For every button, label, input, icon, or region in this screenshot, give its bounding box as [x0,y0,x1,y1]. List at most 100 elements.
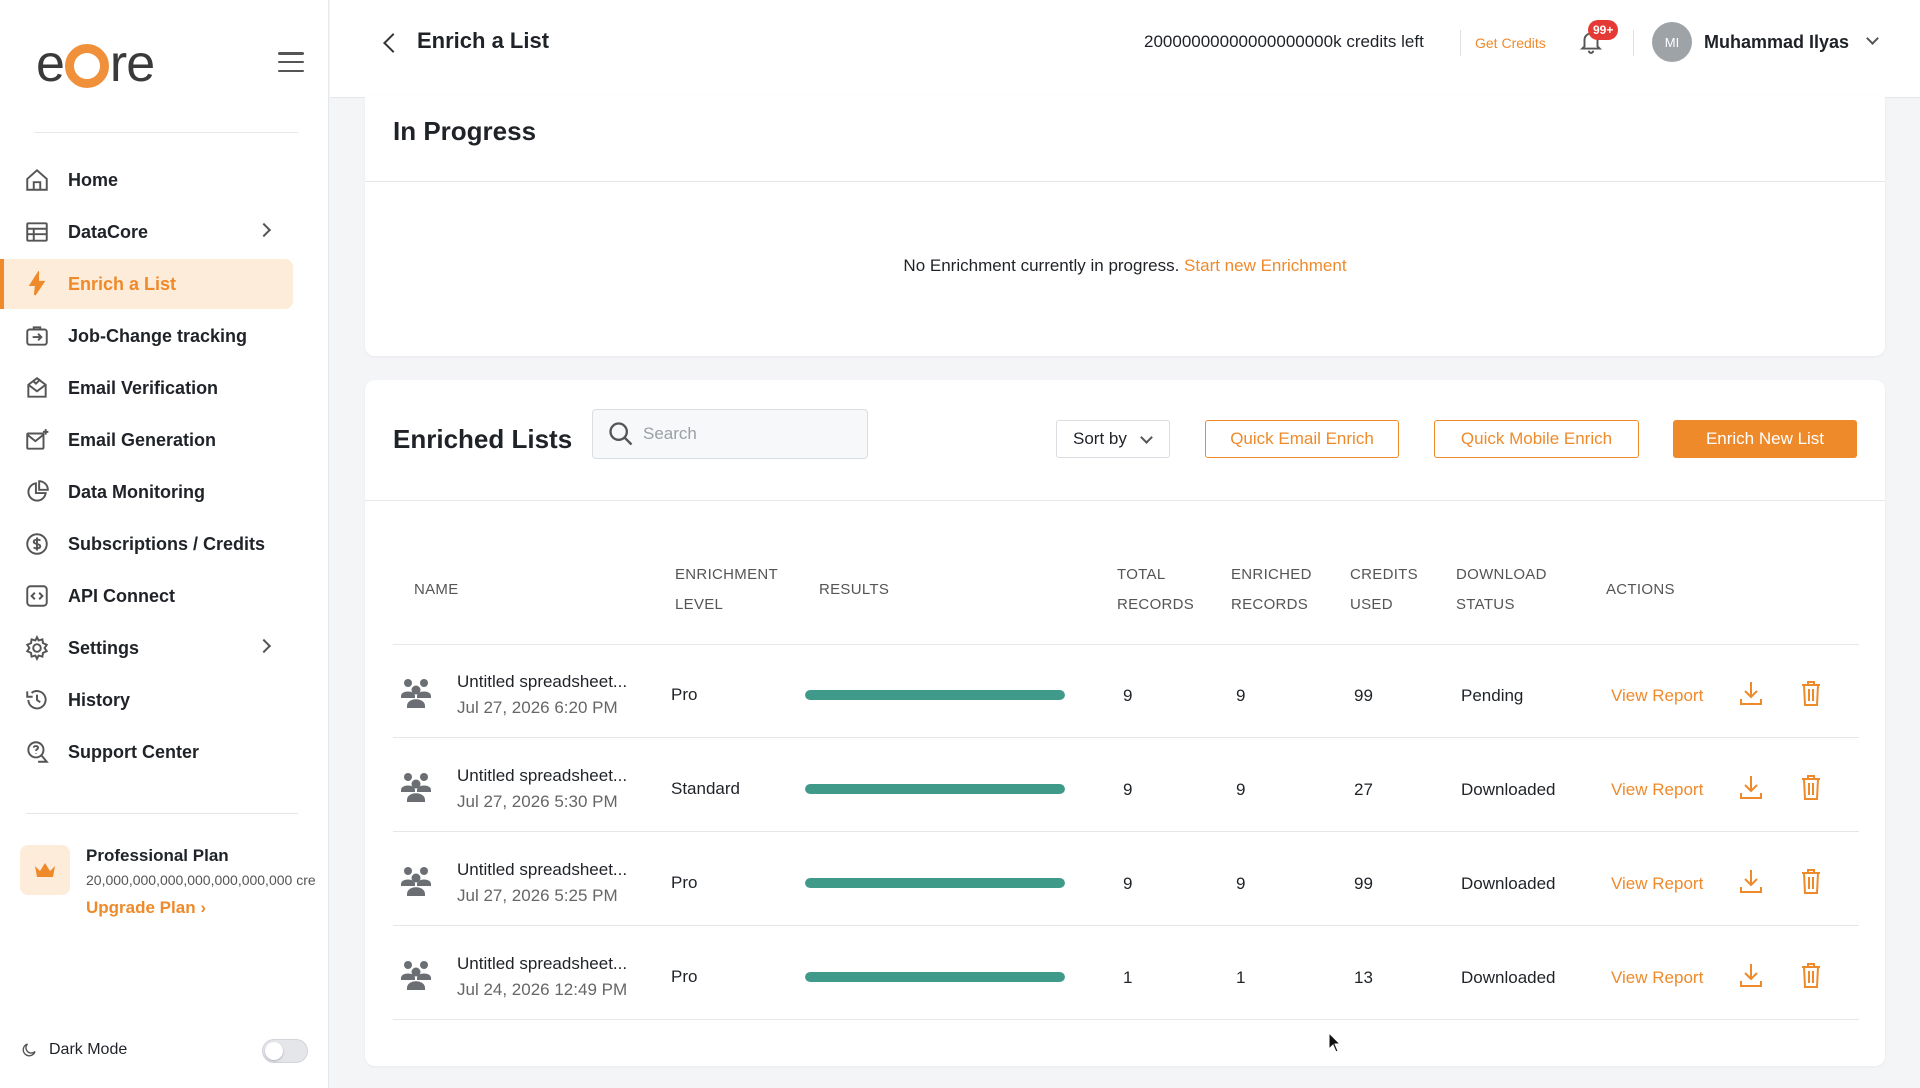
gear-icon [24,634,50,662]
list-date: Jul 27, 2026 5:25 PM [457,886,618,905]
upgrade-plan-link[interactable]: Upgrade Plan › [86,898,206,918]
column-header-credits-used[interactable]: CREDITS USED [1350,560,1418,620]
download-icon[interactable] [1737,678,1765,708]
column-header-download-status[interactable]: DOWNLOAD STATUS [1456,560,1547,620]
sidebar-item-label: Job-Change tracking [68,325,248,346]
download-icon[interactable] [1737,866,1765,896]
list-date: Jul 27, 2026 6:20 PM [457,698,618,717]
dollar-icon [24,531,50,557]
sidebar: e re Home DataCore Enrich a List Job-Chan… [0,0,329,1088]
enriched-records: 1 [1236,968,1246,987]
chevron-down-icon[interactable] [1866,32,1879,45]
column-header-name[interactable]: NAME [414,575,459,605]
results-progress-bar [805,972,1065,982]
credits-used: 99 [1354,874,1373,893]
enriched-lists-card: Enriched Lists Sort by Quick Email Enric… [365,380,1885,1066]
enrichment-level: Pro [671,967,698,986]
card-divider [365,500,1885,501]
logo-ring [64,44,109,88]
top-header: Enrich a List 20000000000000000000k cred… [330,0,1920,98]
sidebar-item-label: Email Generation [68,429,217,450]
pie-chart-icon [24,479,50,505]
table-row[interactable]: Untitled spreadsheet... Jul 27, 2026 5:2… [393,832,1859,926]
plan-panel: Professional Plan 20,000,000,000,000,000… [20,840,329,930]
people-icon [399,676,433,708]
sidebar-item-email-verification[interactable]: Email Verification [0,363,293,413]
results-progress-bar [805,784,1065,794]
column-header-results[interactable]: RESULTS [819,575,889,605]
sidebar-item-label: DataCore [68,221,149,242]
column-header-enrichment-level[interactable]: ENRICHMENT LEVEL [675,560,778,620]
sidebar-item-job-change-tracking[interactable]: Job-Change tracking [0,311,293,361]
column-header-total-records[interactable]: TOTAL RECORDS [1117,560,1194,620]
support-icon [24,739,50,765]
sidebar-item-subscriptions-credits[interactable]: Subscriptions / Credits [0,519,293,569]
enrichment-level: Pro [671,873,698,892]
table-row[interactable]: Untitled spreadsheet... Jul 24, 2026 12:… [393,926,1859,1020]
table-row[interactable]: Untitled spreadsheet... Jul 27, 2026 5:3… [393,738,1859,832]
column-header-enriched-records[interactable]: ENRICHED RECORDS [1231,560,1312,620]
page-title: Enrich a List [417,28,550,53]
notification-badge: 99+ [1588,20,1619,40]
sidebar-item-email-generation[interactable]: Email Generation [0,415,293,465]
search-input[interactable] [643,424,853,444]
crown-icon [20,845,70,895]
back-arrow-icon[interactable] [383,33,403,53]
search-box[interactable] [592,409,868,459]
trash-icon[interactable] [1797,866,1825,896]
sidebar-divider [26,813,298,814]
sidebar-item-datacore[interactable]: DataCore [0,207,293,257]
in-progress-card: In Progress No Enrichment currently in p… [365,96,1885,356]
enriched-records: 9 [1236,686,1246,705]
start-new-enrichment-link[interactable]: Start new Enrichment [1184,256,1347,275]
sidebar-item-settings[interactable]: Settings [0,623,293,673]
get-credits-link[interactable]: Get Credits [1475,35,1546,51]
sidebar-item-api-connect[interactable]: API Connect [0,571,293,621]
enrich-new-list-button[interactable]: Enrich New List [1673,420,1857,458]
quick-email-enrich-button[interactable]: Quick Email Enrich [1205,420,1399,458]
avatar[interactable]: MI [1652,22,1692,62]
table-row[interactable]: Untitled spreadsheet... Jul 27, 2026 6:2… [393,644,1859,738]
sidebar-item-history[interactable]: History [0,675,293,725]
sidebar-item-label: Settings [68,637,140,658]
view-report-link[interactable]: View Report [1611,780,1703,800]
sidebar-item-home[interactable]: Home [0,155,293,205]
ecore-logo[interactable]: e re [36,35,155,93]
sidebar-item-data-monitoring[interactable]: Data Monitoring [0,467,293,517]
user-name[interactable]: Muhammad Ilyas [1704,32,1849,53]
dark-mode-toggle[interactable] [262,1039,308,1063]
quick-mobile-enrich-button[interactable]: Quick Mobile Enrich [1434,420,1639,458]
in-progress-title: In Progress [393,116,537,146]
email-generate-icon [24,427,50,453]
total-records: 9 [1123,780,1133,799]
trash-icon[interactable] [1797,960,1825,990]
sort-by-dropdown[interactable]: Sort by [1056,420,1170,458]
hamburger-menu-icon[interactable] [278,52,304,72]
chevron-right-icon: › [200,898,206,917]
enriched-records: 9 [1236,780,1246,799]
job-change-icon [24,323,50,349]
view-report-link[interactable]: View Report [1611,686,1703,706]
plan-title: Professional Plan [86,846,229,865]
logo-text-end: re [109,35,155,93]
download-status: Downloaded [1461,968,1556,987]
people-icon [399,958,433,990]
sidebar-item-support-center[interactable]: Support Center [0,727,293,777]
trash-icon[interactable] [1797,678,1825,708]
table-icon [24,219,50,245]
download-icon[interactable] [1737,960,1765,990]
sidebar-item-label: Enrich a List [68,273,177,294]
column-header-actions: ACTIONS [1606,581,1675,598]
chevron-right-icon [256,222,272,238]
sidebar-divider [34,132,298,133]
dark-mode-row: Dark Mode [20,1035,310,1065]
view-report-link[interactable]: View Report [1611,968,1703,988]
download-icon[interactable] [1737,772,1765,802]
enrichment-level: Standard [671,779,740,798]
credits-used: 27 [1354,780,1373,799]
view-report-link[interactable]: View Report [1611,874,1703,894]
sidebar-item-enrich-a-list[interactable]: Enrich a List [0,259,293,309]
enriched-records: 9 [1236,874,1246,893]
trash-icon[interactable] [1797,772,1825,802]
empty-message: No Enrichment currently in progress. Sta… [365,256,1885,276]
